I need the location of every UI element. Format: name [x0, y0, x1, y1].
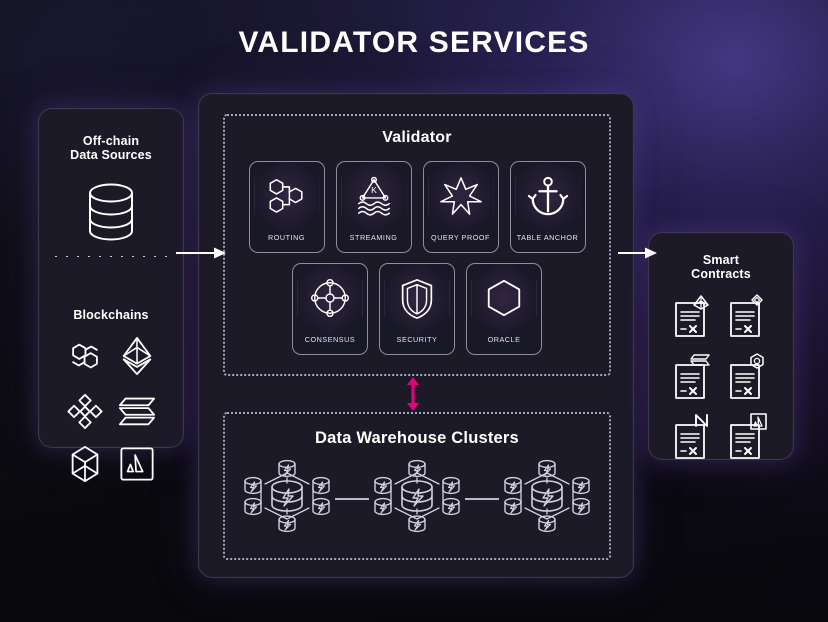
smart-contracts-heading-line2: Contracts: [691, 267, 751, 281]
database-cylinder-icon: [39, 180, 183, 244]
oracle-hexagon-icon: [482, 277, 526, 324]
service-label: ORACLE: [487, 335, 521, 344]
contract-doc-binance-icon: [725, 293, 773, 346]
avalanche-logo-icon: [119, 446, 155, 487]
table-anchor-icon: [525, 175, 571, 222]
cluster-link: [335, 497, 369, 500]
blockchains-heading: Blockchains: [73, 308, 149, 322]
service-card-oracle[interactable]: ORACLE: [466, 263, 542, 355]
warehouse-title: Data Warehouse Clusters: [315, 429, 519, 447]
page-title: VALIDATOR SERVICES: [238, 26, 590, 59]
validator-services-panel: Validator ROUTING K STREAMING QUERY PROO…: [198, 93, 634, 578]
solana-logo-icon: [117, 393, 157, 432]
polygon-logo-icon: [66, 337, 104, 380]
contract-doc-polygon-icon: [725, 353, 773, 406]
smart-contracts-heading: Smart Contracts: [649, 253, 793, 281]
warehouse-cluster-icon: [239, 456, 335, 541]
contract-doc-solana-icon: [670, 353, 718, 406]
ethereum-logo-icon: [120, 336, 154, 381]
service-card-routing[interactable]: ROUTING: [248, 161, 325, 253]
security-shield-icon: [398, 277, 436, 326]
streaming-waves-icon: K: [351, 175, 397, 222]
smart-contracts-heading-line1: Smart: [702, 253, 740, 267]
validator-services-top-row: ROUTING K STREAMING QUERY PROOF TABLE AN…: [225, 161, 609, 253]
contract-document-grid: [666, 293, 776, 466]
panel-divider: [53, 256, 169, 257]
service-card-query-proof[interactable]: QUERY PROOF: [422, 161, 499, 253]
svg-text:K: K: [371, 185, 377, 195]
smart-contracts-panel: Smart Contracts: [648, 232, 794, 460]
service-label: STREAMING: [349, 233, 398, 242]
service-label: QUERY PROOF: [431, 233, 490, 242]
offchain-heading: Off-chain Data Sources: [39, 134, 183, 162]
cluster-link: [465, 497, 499, 500]
binance-logo-icon: [66, 391, 104, 434]
data-warehouse-box: Data Warehouse Clusters: [223, 412, 611, 560]
off-chain-sources-panel: Off-chain Data Sources Blockchains: [38, 108, 184, 483]
diagram-canvas: VALIDATOR SERVICES Off-chain Data Source…: [0, 0, 828, 622]
arrow-to-smart-contracts: [618, 245, 658, 266]
service-label: TABLE ANCHOR: [516, 233, 579, 242]
offchain-heading-line1: Off-chain: [82, 134, 140, 148]
service-card-streaming[interactable]: K STREAMING: [335, 161, 412, 253]
service-label: SECURITY: [396, 335, 438, 344]
warehouse-cluster-icon: [499, 456, 595, 541]
arrow-into-validator: [176, 245, 228, 266]
warehouse-cluster-icon: [369, 456, 465, 541]
service-card-security[interactable]: SECURITY: [379, 263, 455, 355]
service-card-table-anchor[interactable]: TABLE ANCHOR: [509, 161, 586, 253]
offchain-heading-line2: Data Sources: [70, 148, 152, 162]
contract-doc-avalanche-icon: [725, 413, 773, 466]
warehouse-cluster-row: [225, 456, 609, 541]
consensus-network-icon: [308, 277, 352, 324]
contract-doc-ethereum-icon: [670, 293, 718, 346]
validator-title: Validator: [382, 129, 452, 146]
query-proof-star-icon: [438, 175, 484, 222]
service-label: ROUTING: [268, 233, 305, 242]
arrow-validator-warehouse-sync: [403, 377, 423, 416]
routing-hexnodes-icon: [264, 175, 310, 222]
fantom-logo-icon: [67, 444, 103, 489]
service-label: CONSENSUS: [304, 335, 356, 344]
validator-services-bottom-row: CONSENSUS SECURITY ORACLE: [225, 263, 609, 355]
blockchain-logo-grid: [59, 336, 163, 489]
service-card-consensus[interactable]: CONSENSUS: [292, 263, 368, 355]
contract-doc-near-icon: [670, 413, 718, 466]
validator-box: Validator ROUTING K STREAMING QUERY PROO…: [223, 114, 611, 376]
